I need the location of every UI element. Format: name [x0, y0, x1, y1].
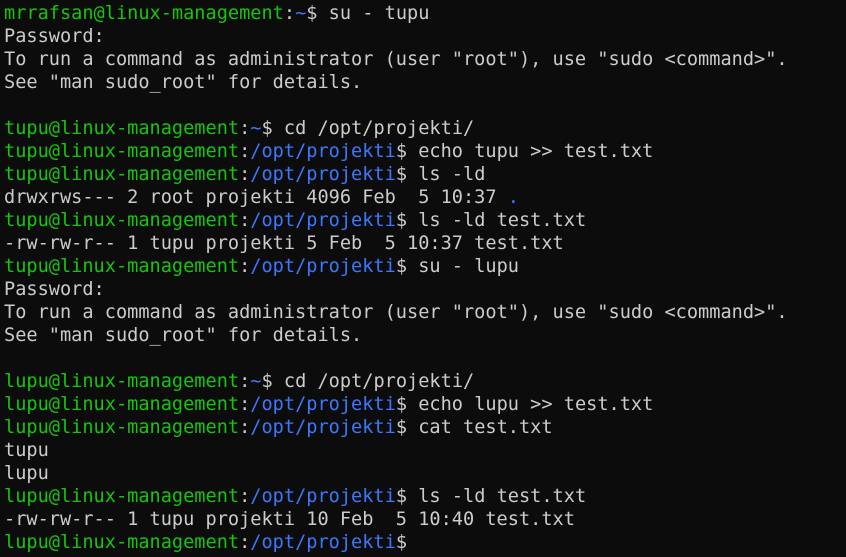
output-text: See "man sudo_root" for details. — [4, 325, 363, 346]
prompt-symbol: $ — [306, 3, 318, 24]
output-line: Password: — [4, 278, 846, 301]
command-text: cat test.txt — [407, 417, 553, 438]
prompt-line: tupu@linux-management:~$ cd /opt/projekt… — [4, 117, 846, 140]
prompt-path: /opt/projekti — [250, 141, 396, 162]
prompt-line: tupu@linux-management:/opt/projekti$ ls … — [4, 163, 846, 186]
prompt-user-host: mrrafsan@linux-management — [4, 3, 284, 24]
command-text: echo tupu >> test.txt — [407, 141, 654, 162]
command-text: su - tupu — [317, 3, 430, 24]
prompt-separator: : — [239, 164, 251, 185]
prompt-user-host: lupu@linux-management — [4, 532, 240, 553]
prompt-line: lupu@linux-management:/opt/projekti$ — [4, 531, 846, 554]
output-text: To run a command as administrator (user … — [4, 49, 788, 70]
prompt-path: /opt/projekti — [250, 532, 396, 553]
command-text: ls -ld test.txt — [407, 486, 587, 507]
prompt-symbol: $ — [395, 164, 408, 185]
prompt-symbol: $ — [395, 486, 408, 507]
prompt-separator: : — [239, 394, 251, 415]
prompt-user-host: lupu@linux-management — [4, 417, 240, 438]
prompt-line: lupu@linux-management:/opt/projekti$ ech… — [4, 393, 846, 416]
prompt-path: /opt/projekti — [250, 394, 396, 415]
command-text: ls -ld — [407, 164, 486, 185]
output-line: See "man sudo_root" for details. — [4, 324, 846, 347]
prompt-symbol: $ — [261, 371, 273, 392]
prompt-separator: : — [239, 417, 251, 438]
output-text: To run a command as administrator (user … — [4, 302, 788, 323]
output-line: drwxrws--- 2 root projekti 4096 Feb 5 10… — [4, 186, 846, 209]
prompt-path: /opt/projekti — [250, 164, 396, 185]
prompt-line: tupu@linux-management:/opt/projekti$ ls … — [4, 209, 846, 232]
command-text: echo lupu >> test.txt — [407, 394, 654, 415]
command-text: ls -ld test.txt — [407, 210, 587, 231]
prompt-symbol: $ — [395, 210, 408, 231]
prompt-separator: : — [239, 486, 251, 507]
prompt-path: /opt/projekti — [250, 256, 396, 277]
output-text: See "man sudo_root" for details. — [4, 72, 363, 93]
prompt-user-host: lupu@linux-management — [4, 394, 240, 415]
terminal-window[interactable]: mrrafsan@linux-management:~$ su - tupu Pa… — [0, 0, 846, 557]
output-line: -rw-rw-r-- 1 tupu projekti 10 Feb 5 10:4… — [4, 508, 846, 531]
output-line: lupu — [4, 462, 846, 485]
output-line: To run a command as administrator (user … — [4, 48, 846, 71]
prompt-separator: : — [239, 141, 251, 162]
prompt-path: ~ — [250, 118, 262, 139]
output-line: To run a command as administrator (user … — [4, 301, 846, 324]
output-text: -rw-rw-r-- 1 tupu projekti 10 Feb 5 10:4… — [4, 509, 575, 530]
output-line: tupu — [4, 439, 846, 462]
prompt-line: lupu@linux-management:~$ cd /opt/projekt… — [4, 370, 846, 393]
command-text: cd /opt/projekti/ — [272, 118, 475, 139]
command-text: cd /opt/projekti/ — [272, 371, 475, 392]
prompt-path: ~ — [295, 3, 307, 24]
prompt-symbol: $ — [395, 417, 408, 438]
prompt-separator: : — [239, 210, 251, 231]
prompt-symbol: $ — [395, 532, 408, 553]
prompt-symbol: $ — [261, 118, 273, 139]
prompt-line: mrrafsan@linux-management:~$ su - tupu — [4, 2, 846, 25]
output-text: -rw-rw-r-- 1 tupu projekti 5 Feb 5 10:37… — [4, 233, 564, 254]
output-text: drwxrws--- 2 root projekti 4096 Feb 5 10… — [4, 187, 508, 208]
prompt-user-host: tupu@linux-management — [4, 164, 240, 185]
prompt-separator: : — [283, 3, 296, 24]
directory-name: . — [507, 187, 519, 208]
output-text: tupu — [4, 440, 49, 461]
prompt-user-host: tupu@linux-management — [4, 141, 240, 162]
prompt-user-host: lupu@linux-management — [4, 371, 240, 392]
prompt-user-host: tupu@linux-management — [4, 118, 240, 139]
output-line: See "man sudo_root" for details. — [4, 71, 846, 94]
prompt-line: tupu@linux-management:/opt/projekti$ su … — [4, 255, 846, 278]
output-text: Password: — [4, 26, 105, 47]
prompt-line: tupu@linux-management:/opt/projekti$ ech… — [4, 140, 846, 163]
prompt-user-host: tupu@linux-management — [4, 256, 240, 277]
prompt-symbol: $ — [395, 141, 408, 162]
output-line: -rw-rw-r-- 1 tupu projekti 5 Feb 5 10:37… — [4, 232, 846, 255]
prompt-user-host: tupu@linux-management — [4, 210, 240, 231]
output-line: Password: — [4, 25, 846, 48]
prompt-separator: : — [239, 532, 251, 553]
prompt-separator: : — [239, 118, 251, 139]
prompt-symbol: $ — [395, 394, 408, 415]
prompt-path: ~ — [250, 371, 262, 392]
prompt-line: lupu@linux-management:/opt/projekti$ ls … — [4, 485, 846, 508]
prompt-symbol: $ — [395, 256, 408, 277]
prompt-separator: : — [239, 256, 251, 277]
prompt-path: /opt/projekti — [250, 210, 396, 231]
output-text: Password: — [4, 279, 105, 300]
command-text: su - lupu — [407, 256, 519, 277]
prompt-path: /opt/projekti — [250, 417, 396, 438]
output-text: lupu — [4, 463, 49, 484]
prompt-line: lupu@linux-management:/opt/projekti$ cat… — [4, 416, 846, 439]
prompt-path: /opt/projekti — [250, 486, 396, 507]
prompt-separator: : — [239, 371, 251, 392]
prompt-user-host: lupu@linux-management — [4, 486, 240, 507]
